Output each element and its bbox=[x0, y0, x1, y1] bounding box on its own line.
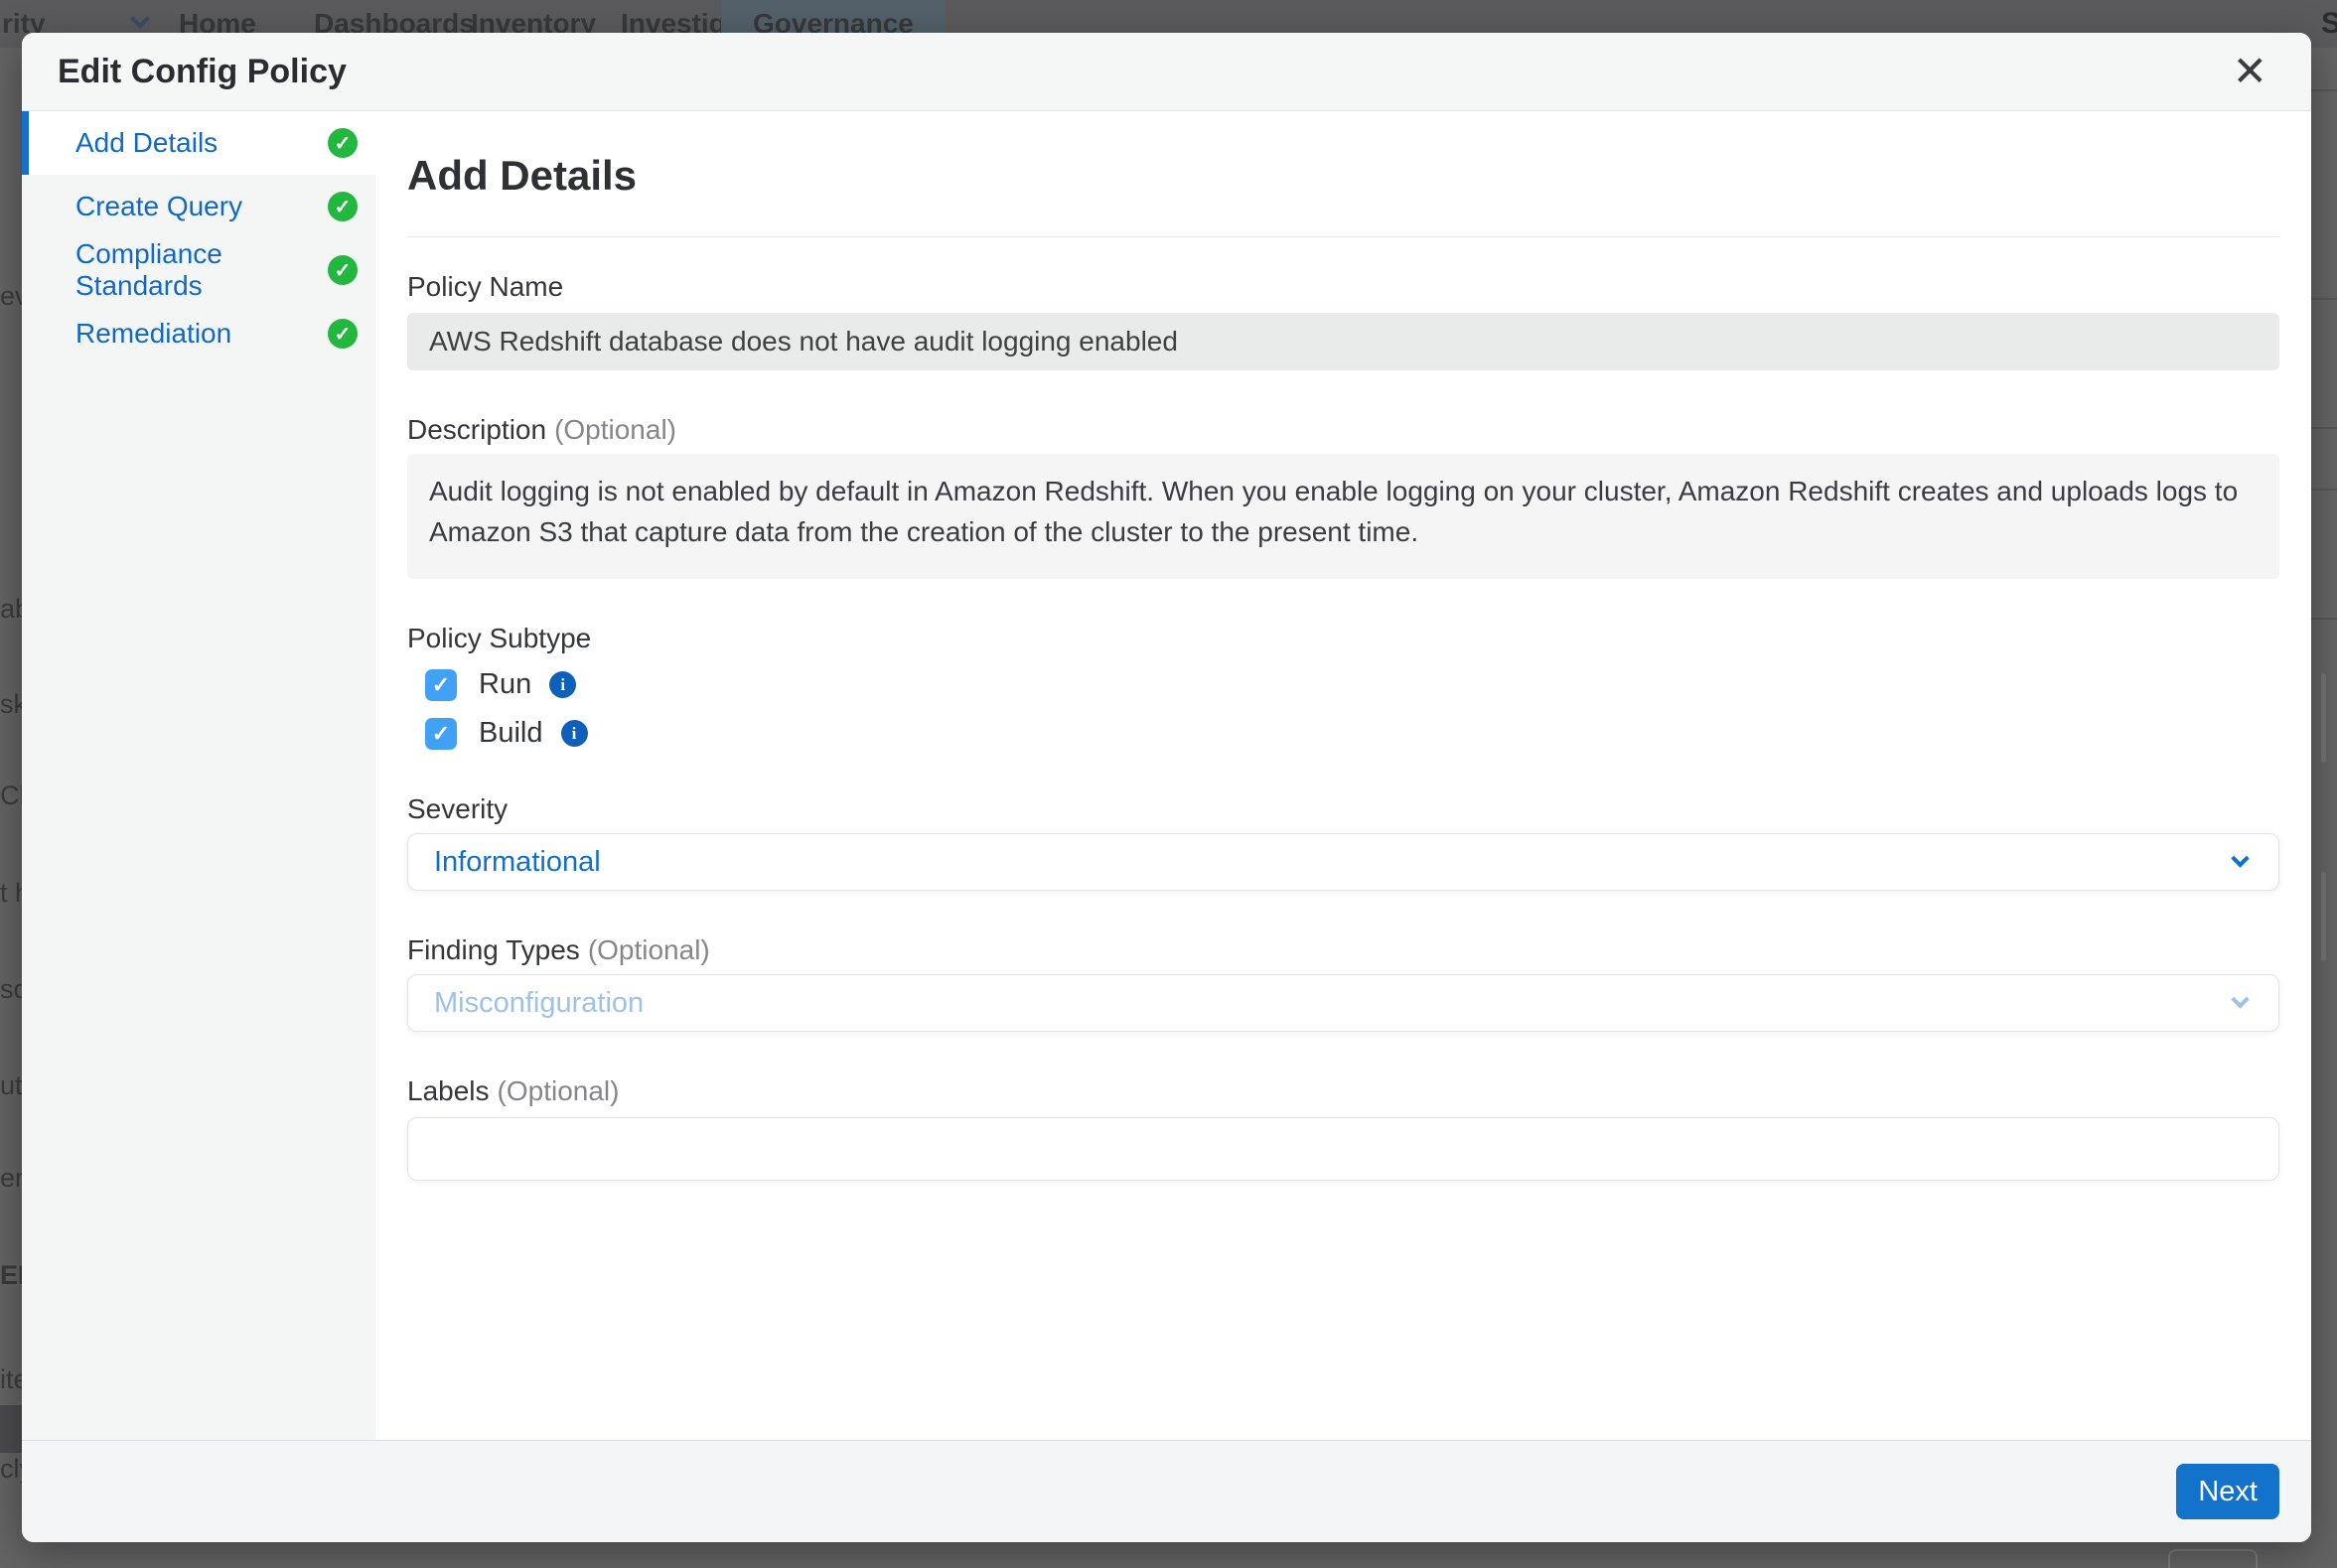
build-checkbox-label: Build bbox=[479, 717, 543, 750]
background-ghost-button bbox=[2168, 1549, 2258, 1568]
policy-subtype-run-row: ✓ Run i bbox=[425, 668, 2279, 701]
finding-types-selected-value: Misconfiguration bbox=[434, 987, 644, 1020]
step-complete-check-icon: ✓ bbox=[328, 319, 358, 349]
info-icon[interactable]: i bbox=[561, 720, 588, 747]
policy-name-label: Policy Name bbox=[407, 271, 2279, 303]
page-title: Add Details bbox=[407, 151, 2279, 201]
run-checkbox[interactable]: ✓ bbox=[425, 669, 457, 701]
chevron-down-icon bbox=[2231, 851, 2253, 873]
finding-types-label: Finding Types(Optional) bbox=[407, 934, 2279, 966]
modal-header: Edit Config Policy ✕ bbox=[22, 33, 2311, 111]
step-sidebar: Add Details ✓ Create Query ✓ Compliance … bbox=[22, 111, 375, 1440]
modal-footer: Next bbox=[22, 1440, 2311, 1542]
chevron-down-icon bbox=[129, 12, 151, 34]
severity-selected-value: Informational bbox=[434, 846, 601, 879]
step-label: Add Details bbox=[75, 127, 218, 159]
background-right-strip bbox=[2311, 48, 2337, 1568]
nav-right-partial-text: S bbox=[2321, 0, 2337, 48]
sidebar-item-compliance-standards[interactable]: Compliance Standards ✓ bbox=[22, 238, 375, 302]
background-text-fragment: er bbox=[0, 1163, 24, 1194]
check-icon: ✓ bbox=[432, 674, 450, 696]
step-complete-check-icon: ✓ bbox=[328, 192, 358, 221]
description-label: Description(Optional) bbox=[407, 414, 2279, 446]
modal-title: Edit Config Policy bbox=[58, 53, 347, 91]
sidebar-item-add-details[interactable]: Add Details ✓ bbox=[22, 111, 375, 175]
edit-config-policy-modal: Edit Config Policy ✕ Add Details ✓ Creat… bbox=[22, 33, 2311, 1542]
check-icon: ✓ bbox=[432, 723, 450, 745]
step-label: Remediation bbox=[75, 318, 231, 350]
step-complete-check-icon: ✓ bbox=[328, 128, 358, 158]
sidebar-item-remediation[interactable]: Remediation ✓ bbox=[22, 302, 375, 365]
background-dark-band bbox=[0, 1405, 22, 1453]
step-label: Compliance Standards bbox=[75, 238, 328, 302]
info-icon[interactable]: i bbox=[549, 671, 576, 698]
labels-input[interactable] bbox=[407, 1117, 2279, 1181]
step-label: Create Query bbox=[75, 191, 242, 222]
severity-label: Severity bbox=[407, 793, 2279, 825]
chevron-down-icon bbox=[2231, 992, 2253, 1014]
next-button[interactable]: Next bbox=[2176, 1464, 2279, 1519]
modal-body: Add Details ✓ Create Query ✓ Compliance … bbox=[22, 111, 2311, 1440]
policy-subtype-build-row: ✓ Build i bbox=[425, 717, 2279, 750]
divider bbox=[407, 236, 2279, 237]
labels-label: Labels(Optional) bbox=[407, 1075, 2279, 1107]
description-textarea[interactable]: Audit logging is not enabled by default … bbox=[407, 454, 2279, 579]
step-content: Add Details Policy Name Description(Opti… bbox=[375, 111, 2311, 1440]
run-checkbox-label: Run bbox=[479, 668, 531, 701]
close-icon[interactable]: ✕ bbox=[2225, 51, 2275, 92]
finding-types-select[interactable]: Misconfiguration bbox=[407, 974, 2279, 1032]
severity-select[interactable]: Informational bbox=[407, 833, 2279, 891]
policy-name-input[interactable] bbox=[407, 313, 2279, 370]
sidebar-item-create-query[interactable]: Create Query ✓ bbox=[22, 175, 375, 238]
step-complete-check-icon: ✓ bbox=[328, 255, 358, 285]
build-checkbox[interactable]: ✓ bbox=[425, 718, 457, 750]
policy-subtype-label: Policy Subtype bbox=[407, 623, 2279, 654]
